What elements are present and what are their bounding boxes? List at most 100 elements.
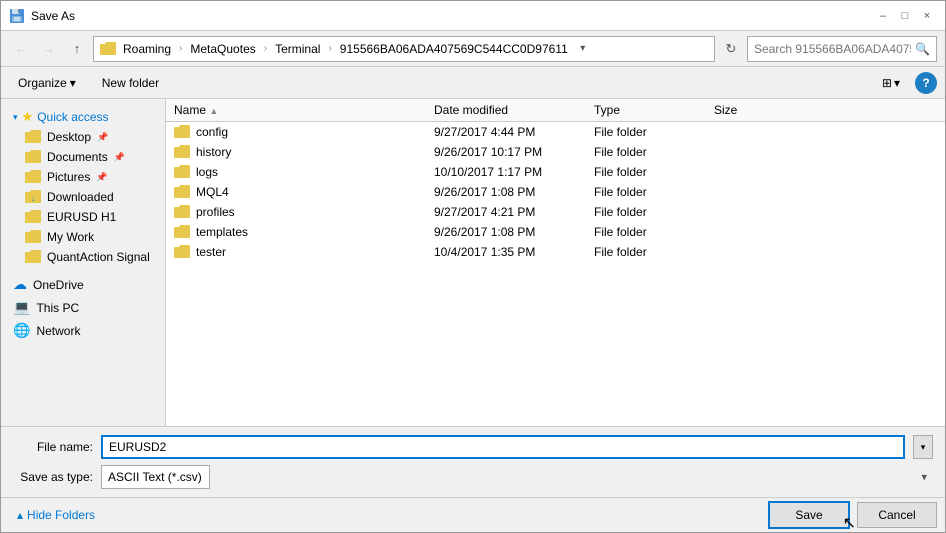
crumb-metaquotes[interactable]: MetaQuotes [187, 41, 258, 57]
up-button[interactable]: ↑ [65, 37, 89, 61]
search-input[interactable] [754, 42, 911, 56]
search-box: 🔍 [747, 36, 937, 62]
file-name-input[interactable] [101, 435, 905, 459]
table-row[interactable]: tester 10/4/2017 1:35 PM File folder [166, 242, 945, 262]
crumb-id[interactable]: 915566BA06ADA407569C544CC0D97611 [337, 41, 571, 57]
refresh-button[interactable]: ↻ [719, 37, 743, 61]
row-folder-icon [174, 145, 190, 159]
view-icon: ⊞ [882, 76, 892, 90]
row-type: File folder [594, 145, 714, 159]
sidebar: ▾ ★ Quick access Desktop 📌 Documents 📌 [1, 99, 166, 426]
file-name-label: File name: [13, 440, 93, 454]
quick-access-star-icon: ★ [22, 109, 34, 125]
row-folder-icon [174, 245, 190, 259]
minimize-button[interactable]: – [873, 6, 893, 26]
header-date[interactable]: Date modified [434, 103, 594, 117]
row-date: 9/27/2017 4:44 PM [434, 125, 594, 139]
address-toolbar: ← → ↑ Roaming › MetaQuotes › Terminal › … [1, 31, 945, 67]
sidebar-item-documents-label: Documents [47, 150, 108, 164]
sidebar-item-onedrive[interactable]: ☁ OneDrive [1, 273, 165, 296]
row-date: 9/26/2017 10:17 PM [434, 145, 594, 159]
maximize-button[interactable]: □ [895, 6, 915, 26]
header-type[interactable]: Type [594, 103, 714, 117]
sidebar-item-eurusd-label: EURUSD H1 [47, 210, 116, 224]
row-type: File folder [594, 185, 714, 199]
table-row[interactable]: history 9/26/2017 10:17 PM File folder [166, 142, 945, 162]
crumb-terminal[interactable]: Terminal [272, 41, 323, 57]
row-folder-icon [174, 125, 190, 139]
row-date: 10/4/2017 1:35 PM [434, 245, 594, 259]
save-as-dialog: Save As – □ × ← → ↑ Roaming › MetaQuotes… [0, 0, 946, 533]
row-folder-icon [174, 165, 190, 179]
row-type: File folder [594, 125, 714, 139]
file-rows-container: config 9/27/2017 4:44 PM File folder his… [166, 122, 945, 262]
save-as-type-row: Save as type: ASCII Text (*.csv) [13, 465, 933, 489]
file-list-header[interactable]: Name ▲ Date modified Type Size [166, 99, 945, 122]
sidebar-item-downloaded[interactable]: ↓ Downloaded [1, 187, 165, 207]
row-name: tester [196, 245, 226, 259]
quick-access-label: Quick access [37, 110, 108, 124]
thispc-icon: 💻 [13, 299, 30, 316]
row-date: 9/26/2017 1:08 PM [434, 185, 594, 199]
organize-label: Organize [18, 76, 67, 90]
pin-icon-pictures: 📌 [96, 172, 107, 183]
sidebar-item-quantaction[interactable]: QuantAction Signal [1, 247, 165, 267]
table-row[interactable]: config 9/27/2017 4:44 PM File folder [166, 122, 945, 142]
sidebar-item-network[interactable]: 🌐 Network [1, 319, 165, 342]
sidebar-item-eurusd[interactable]: EURUSD H1 [1, 207, 165, 227]
row-name: profiles [196, 205, 235, 219]
forward-button[interactable]: → [37, 37, 61, 61]
help-button[interactable]: ? [915, 72, 937, 94]
new-folder-button[interactable]: New folder [93, 71, 168, 95]
crumb-arrow-2: › [261, 42, 270, 55]
sidebar-item-mywork-label: My Work [47, 230, 94, 244]
row-type: File folder [594, 225, 714, 239]
back-button[interactable]: ← [9, 37, 33, 61]
title-bar-text: Save As [31, 9, 75, 23]
row-folder-icon [174, 225, 190, 239]
network-icon: 🌐 [13, 322, 30, 339]
row-name: MQL4 [196, 185, 229, 199]
hide-folders-toggle[interactable]: ▴ Hide Folders [9, 504, 103, 526]
row-type: File folder [594, 245, 714, 259]
sidebar-thispc-label: This PC [36, 301, 79, 315]
table-row[interactable]: logs 10/10/2017 1:17 PM File folder [166, 162, 945, 182]
address-dropdown-button[interactable]: ▾ [575, 37, 591, 61]
sidebar-item-mywork[interactable]: My Work [1, 227, 165, 247]
organize-button[interactable]: Organize ▾ [9, 71, 85, 95]
crumb-arrow-3: › [325, 42, 334, 55]
hide-folders-arrow-icon: ▴ [17, 508, 23, 522]
table-row[interactable]: MQL4 9/26/2017 1:08 PM File folder [166, 182, 945, 202]
hide-folders-label: Hide Folders [27, 508, 95, 522]
sidebar-item-documents[interactable]: Documents 📌 [1, 147, 165, 167]
row-date: 10/10/2017 1:17 PM [434, 165, 594, 179]
sidebar-item-desktop[interactable]: Desktop 📌 [1, 127, 165, 147]
table-row[interactable]: profiles 9/27/2017 4:21 PM File folder [166, 202, 945, 222]
view-button[interactable]: ⊞ ▾ [875, 71, 907, 95]
table-row[interactable]: templates 9/26/2017 1:08 PM File folder [166, 222, 945, 242]
close-button[interactable]: × [917, 6, 937, 26]
header-date-label: Date modified [434, 103, 508, 117]
file-name-dropdown-icon: ▾ [921, 442, 926, 453]
header-size[interactable]: Size [714, 103, 794, 117]
save-button[interactable]: Save ↖ [769, 502, 849, 528]
header-name[interactable]: Name ▲ [174, 103, 434, 117]
sidebar-section-quick-access[interactable]: ▾ ★ Quick access [1, 103, 165, 127]
save-as-type-wrapper: ASCII Text (*.csv) [101, 465, 933, 489]
sort-icon: ▲ [209, 106, 218, 116]
save-button-label: Save [795, 508, 822, 522]
sidebar-item-pictures-label: Pictures [47, 170, 90, 184]
bottom-bar: File name: ▾ Save as type: ASCII Text (*… [1, 426, 945, 497]
main-content: ▾ ★ Quick access Desktop 📌 Documents 📌 [1, 99, 945, 426]
crumb-roaming[interactable]: Roaming [120, 41, 174, 57]
sidebar-item-thispc[interactable]: 💻 This PC [1, 296, 165, 319]
file-name-dropdown-button[interactable]: ▾ [913, 435, 933, 459]
cursor-icon: ↖ [843, 513, 856, 533]
bottom-buttons: ▴ Hide Folders Save ↖ Cancel [1, 497, 945, 532]
desktop-folder-icon [25, 130, 41, 144]
cancel-button[interactable]: Cancel [857, 502, 937, 528]
sidebar-item-pictures[interactable]: Pictures 📌 [1, 167, 165, 187]
row-folder-icon [174, 185, 190, 199]
save-as-type-select[interactable]: ASCII Text (*.csv) [101, 465, 210, 489]
header-type-label: Type [594, 103, 620, 117]
